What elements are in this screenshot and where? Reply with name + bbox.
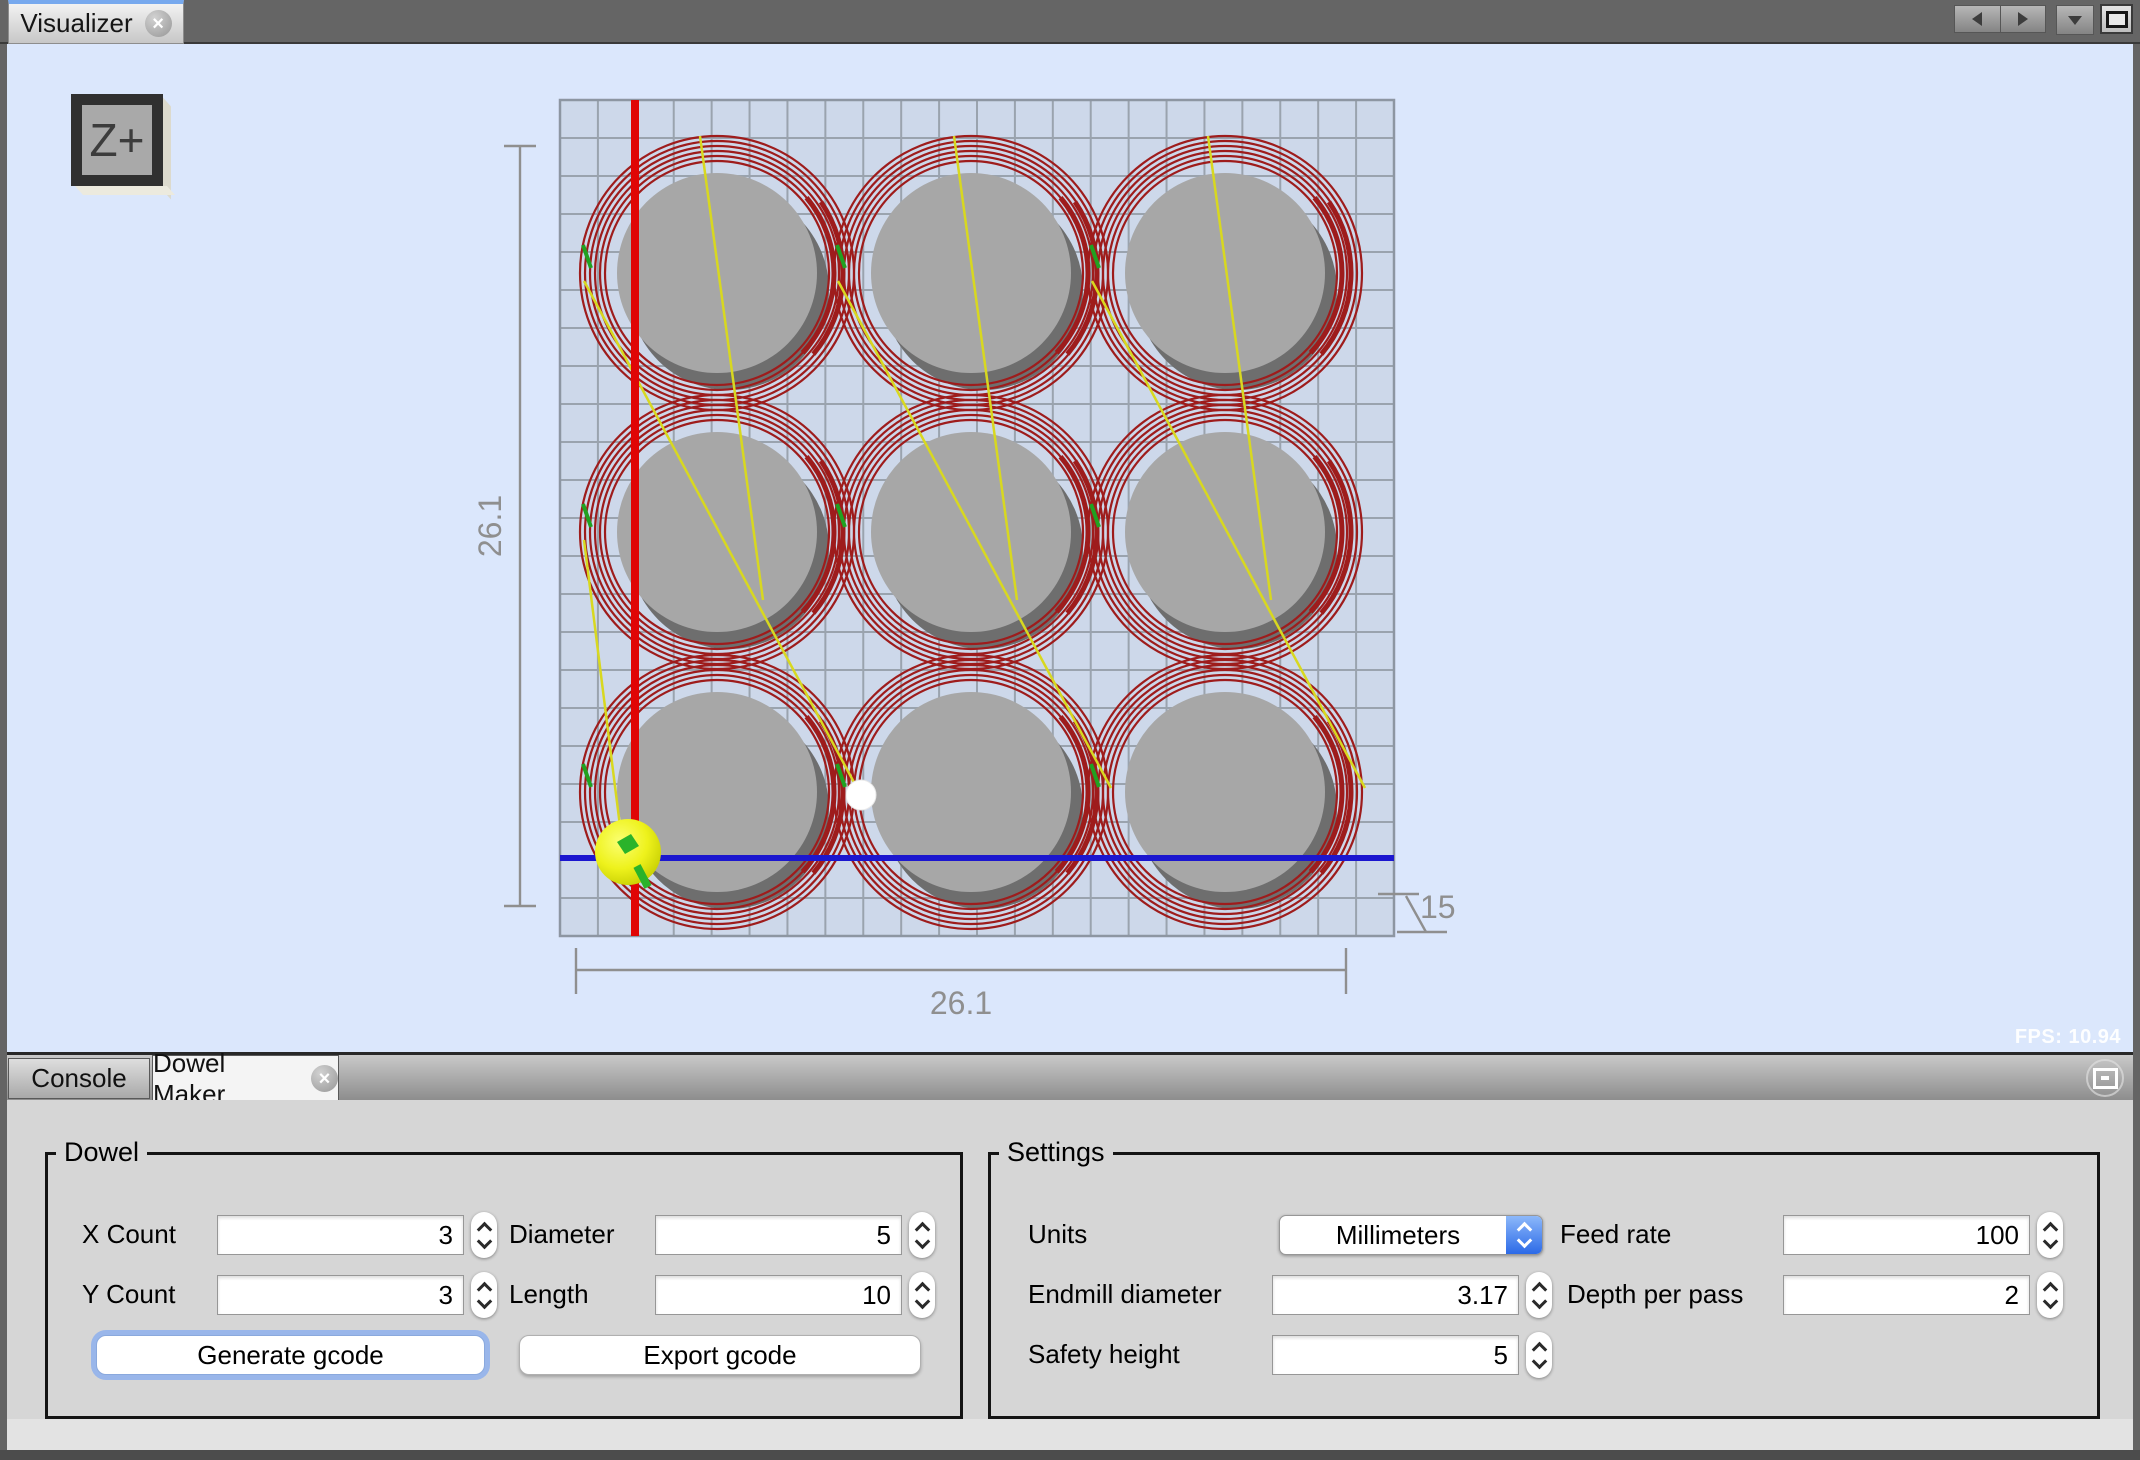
tab-console-label: Console <box>31 1063 127 1093</box>
bottom-dock: Console Dowel Maker × Dowel X Count Diam… <box>0 1048 2140 1460</box>
select-arrows-icon <box>1506 1216 1542 1254</box>
length-stepper[interactable] <box>909 1272 935 1318</box>
tab-list-dropdown-button[interactable] <box>2056 5 2094 35</box>
length-label: Length <box>509 1279 589 1309</box>
dimension-width-label: 26.1 <box>930 985 992 1021</box>
visualizer-canvas[interactable]: 26.1 26.1 15 Z+ FPS: 10.94 <box>7 44 2133 1052</box>
panel-restore-button[interactable] <box>2086 1059 2124 1097</box>
close-icon[interactable]: × <box>144 10 172 37</box>
back-arrow-icon <box>1972 12 1983 26</box>
panel-restore-icon <box>2092 1067 2118 1089</box>
y-count-input[interactable] <box>217 1275 464 1315</box>
dimension-depth-label: 15 <box>1420 889 1456 925</box>
close-icon[interactable]: × <box>311 1065 338 1092</box>
depth-per-pass-stepper[interactable] <box>2037 1272 2063 1318</box>
maximize-icon <box>2105 10 2128 28</box>
safety-height-label: Safety height <box>1028 1339 1180 1369</box>
dimension-height-label: 26.1 <box>472 495 508 557</box>
visualizer-scene[interactable]: 26.1 26.1 15 <box>7 44 2133 1052</box>
depth-per-pass-input[interactable] <box>1783 1275 2030 1315</box>
dropdown-arrow-icon <box>2068 15 2082 25</box>
endmill-diameter-input[interactable] <box>1272 1275 1519 1315</box>
feed-rate-label: Feed rate <box>1560 1219 1672 1249</box>
dock-tab-bar: Console Dowel Maker × <box>7 1048 2133 1109</box>
spinner-down-icon <box>1531 1353 1547 1369</box>
length-input[interactable] <box>655 1275 902 1315</box>
back-arrow-button[interactable] <box>1954 5 2001 33</box>
spinner-down-icon <box>914 1233 930 1249</box>
generate-gcode-button[interactable]: Generate gcode <box>96 1335 485 1375</box>
window-bottom-edge <box>0 1450 2140 1460</box>
forward-arrow-button[interactable] <box>2000 5 2046 33</box>
waypoint-marker <box>845 779 877 811</box>
x-count-input[interactable] <box>217 1215 464 1255</box>
spinner-down-icon <box>914 1293 930 1309</box>
tab-visualizer[interactable]: Visualizer × <box>8 0 184 44</box>
endmill-diameter-stepper[interactable] <box>1526 1272 1552 1318</box>
diameter-stepper[interactable] <box>909 1212 935 1258</box>
settings-group-title: Settings <box>999 1137 1113 1168</box>
endmill-diameter-label: Endmill diameter <box>1028 1279 1222 1309</box>
panel-bottom-strip <box>7 1419 2133 1450</box>
top-tab-bar: Visualizer × <box>0 0 2140 44</box>
dowel-maker-panel: Dowel X Count Diameter Y Count Length Ge… <box>7 1100 2133 1450</box>
settings-group: Settings Units Millimeters Feed rate End… <box>988 1137 2100 1419</box>
dowel-group: Dowel X Count Diameter Y Count Length Ge… <box>45 1137 963 1419</box>
units-select[interactable]: Millimeters <box>1279 1215 1543 1255</box>
units-selected-value: Millimeters <box>1335 1219 1461 1250</box>
feed-rate-stepper[interactable] <box>2037 1212 2063 1258</box>
export-gcode-button[interactable]: Export gcode <box>519 1335 921 1375</box>
spinner-down-icon <box>2042 1293 2058 1309</box>
safety-height-stepper[interactable] <box>1526 1332 1552 1378</box>
view-cube-z-plus[interactable]: Z+ <box>71 94 163 186</box>
spinner-down-icon <box>2042 1233 2058 1249</box>
tab-console[interactable]: Console <box>8 1058 150 1099</box>
diameter-label: Diameter <box>509 1219 615 1249</box>
y-count-stepper[interactable] <box>471 1272 497 1318</box>
x-count-label: X Count <box>82 1219 176 1249</box>
feed-rate-input[interactable] <box>1783 1215 2030 1255</box>
spinner-down-icon <box>476 1233 492 1249</box>
spinner-down-icon <box>1531 1293 1547 1309</box>
tab-nav-buttons <box>1954 5 2046 33</box>
view-cube-face-label: Z+ <box>82 105 152 175</box>
tab-dowel-maker[interactable]: Dowel Maker × <box>152 1048 339 1109</box>
spinner-down-icon <box>476 1293 492 1309</box>
forward-arrow-icon <box>2017 12 2028 26</box>
diameter-input[interactable] <box>655 1215 902 1255</box>
fps-counter: FPS: 10.94 <box>2014 1026 2121 1048</box>
y-count-label: Y Count <box>82 1279 176 1309</box>
dowel-group-title: Dowel <box>56 1137 148 1168</box>
tab-visualizer-label: Visualizer <box>20 8 133 38</box>
depth-per-pass-label: Depth per pass <box>1567 1279 1744 1309</box>
safety-height-input[interactable] <box>1272 1335 1519 1375</box>
maximize-button[interactable] <box>2100 4 2133 34</box>
x-count-stepper[interactable] <box>471 1212 497 1258</box>
units-label: Units <box>1028 1219 1088 1249</box>
